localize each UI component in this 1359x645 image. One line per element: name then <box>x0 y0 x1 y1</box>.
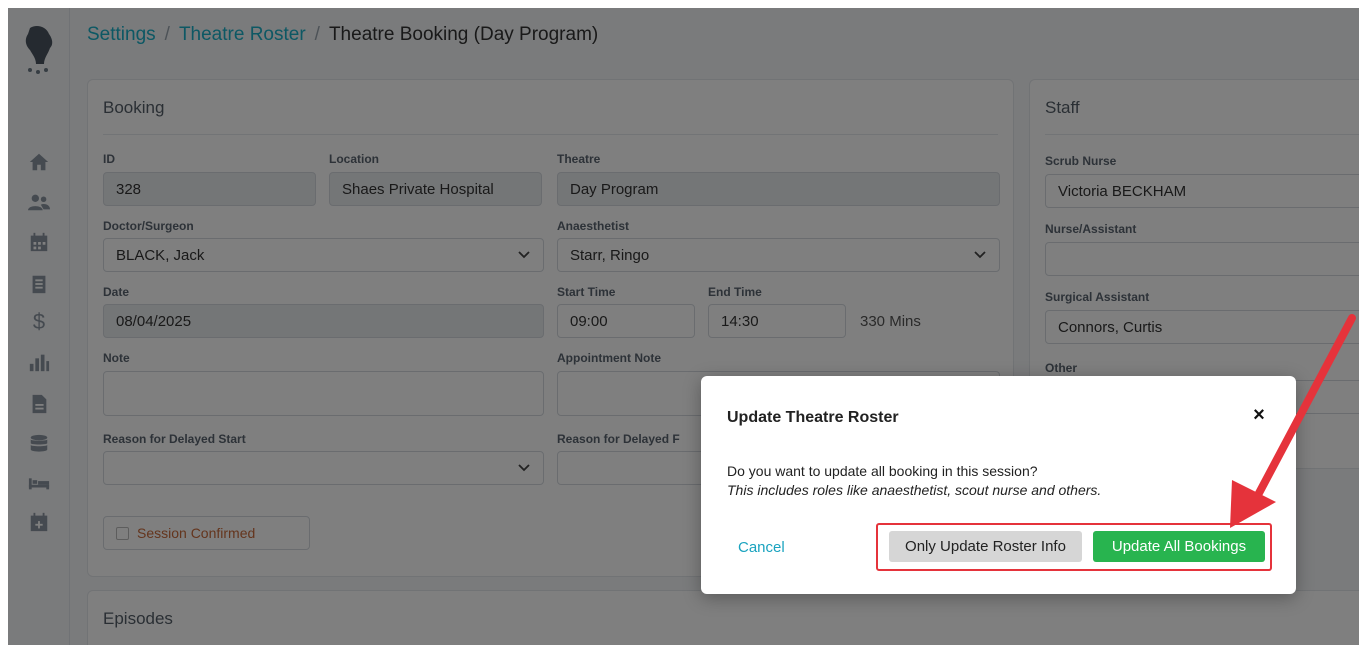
modal-question: Do you want to update all booking in thi… <box>727 463 1038 479</box>
update-roster-modal: Update Theatre Roster × Do you want to u… <box>701 376 1296 594</box>
modal-title: Update Theatre Roster <box>727 409 899 426</box>
cancel-button[interactable]: Cancel <box>738 539 785 556</box>
only-update-roster-button[interactable]: Only Update Roster Info <box>889 531 1082 562</box>
modal-note: This includes roles like anaesthetist, s… <box>727 482 1102 498</box>
close-icon[interactable]: × <box>1246 402 1272 428</box>
update-all-bookings-button[interactable]: Update All Bookings <box>1093 531 1265 562</box>
